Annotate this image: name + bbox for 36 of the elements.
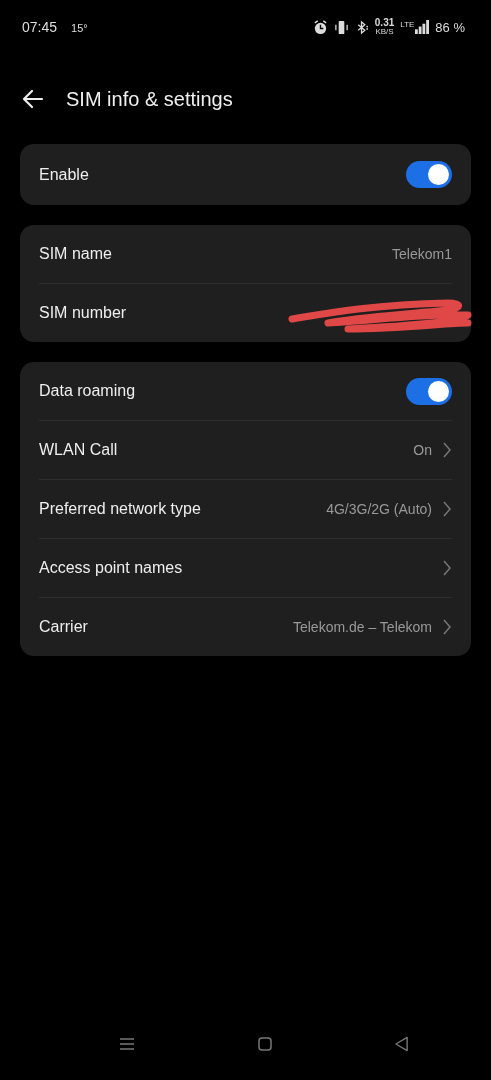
settings-row[interactable]: Carrier Telekom.de – Telekom xyxy=(39,597,452,656)
row-value: On xyxy=(413,442,432,458)
back-icon[interactable] xyxy=(394,1036,409,1052)
battery-level: 86 % xyxy=(435,19,465,35)
back-arrow-icon[interactable] xyxy=(22,88,44,110)
settings-row[interactable]: Preferred network type 4G/3G/2G (Auto) xyxy=(39,479,452,538)
page-title: SIM info & settings xyxy=(66,87,233,111)
row-label: Access point names xyxy=(39,559,183,577)
menu-icon[interactable] xyxy=(119,1038,135,1050)
row-label: SIM number xyxy=(39,304,127,322)
row-value: Telekom.de – Telekom xyxy=(292,619,432,635)
alarm-icon xyxy=(312,19,328,35)
settings-row[interactable]: Access point names xyxy=(39,538,452,597)
row-label: Enable xyxy=(39,165,89,184)
toggle-switch[interactable] xyxy=(406,377,452,405)
chevron-right-icon xyxy=(442,560,452,576)
row-label: Carrier xyxy=(39,618,88,636)
speed-unit: KB/S xyxy=(375,28,394,36)
row-label: WLAN Call xyxy=(39,441,118,459)
chevron-right-icon xyxy=(442,442,452,458)
home-icon[interactable] xyxy=(257,1037,272,1051)
chevron-right-icon xyxy=(442,501,452,517)
row-value: 4G/3G/2G (Auto) xyxy=(326,501,432,517)
chevron-right-icon xyxy=(442,619,452,635)
temperature: 15° xyxy=(71,22,88,34)
network-type: LTE xyxy=(400,20,415,29)
signal-icon xyxy=(415,20,430,34)
row-value: Telekom1 xyxy=(392,246,452,262)
row-label: SIM name xyxy=(39,245,112,263)
settings-row[interactable]: WLAN Call On xyxy=(39,420,452,479)
row-label: Preferred network type xyxy=(39,500,201,518)
network-speed: 0.31 xyxy=(374,18,395,28)
vibrate-icon xyxy=(333,19,349,35)
clock-time: 07:45 xyxy=(22,19,58,35)
toggle-switch[interactable] xyxy=(406,161,452,188)
row-label: Data roaming xyxy=(39,382,136,400)
